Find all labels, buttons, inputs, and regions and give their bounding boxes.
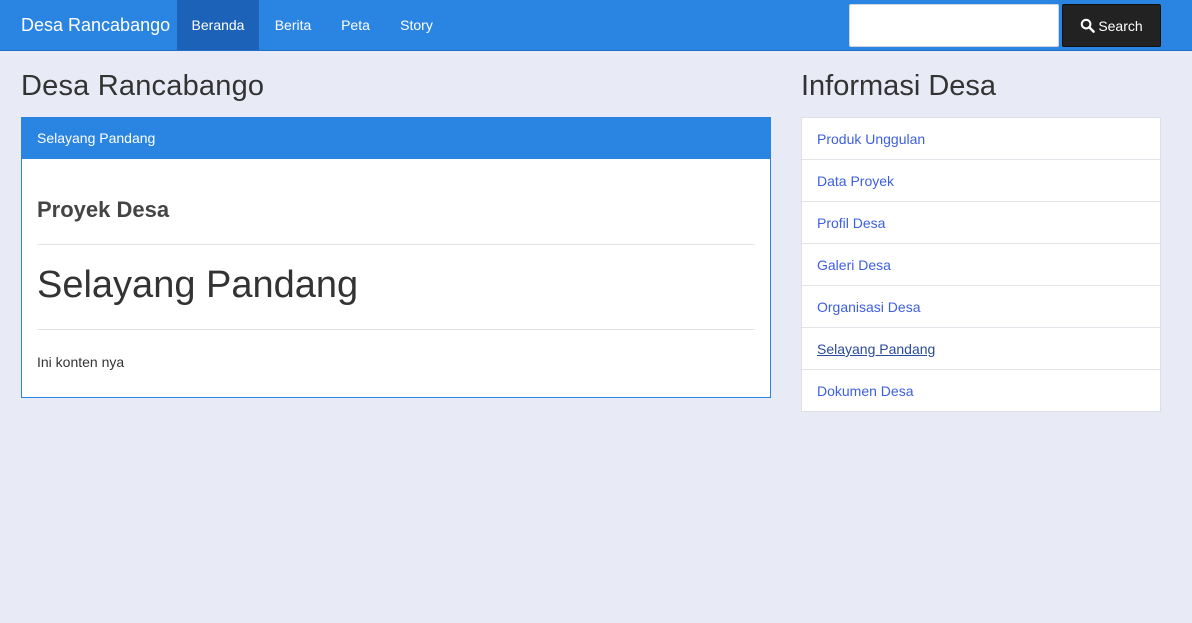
nav-item-berita[interactable]: Berita: [259, 0, 327, 50]
sidebar-item-selayang-pandang[interactable]: Selayang Pandang: [802, 327, 1160, 369]
content-body: Ini konten nya: [37, 354, 125, 370]
sidebar-item-dokumen-desa[interactable]: Dokumen Desa: [802, 369, 1160, 411]
nav-item-peta[interactable]: Peta: [327, 0, 384, 50]
search-icon: [1080, 18, 1096, 33]
search-input[interactable]: [849, 4, 1059, 47]
sidebar-list: Produk Unggulan Data Proyek Profil Desa …: [801, 117, 1161, 412]
panel-heading: Selayang Pandang: [22, 118, 770, 159]
search-button-label: Search: [1098, 17, 1143, 34]
sidebar-item-galeri-desa[interactable]: Galeri Desa: [802, 243, 1160, 285]
sidebar-item-profil-desa[interactable]: Profil Desa: [802, 201, 1160, 243]
content-title: Selayang Pandang: [37, 264, 359, 306]
divider: [37, 244, 755, 245]
sidebar-item-organisasi-desa[interactable]: Organisasi Desa: [802, 285, 1160, 327]
sidebar-title: Informasi Desa: [801, 70, 997, 102]
content-panel: Selayang Pandang Proyek Desa Selayang Pa…: [21, 117, 771, 398]
proyek-title: Proyek Desa: [37, 197, 170, 222]
sidebar-item-data-proyek[interactable]: Data Proyek: [802, 159, 1160, 201]
navbar: Desa Rancabango Beranda Berita Peta Stor…: [0, 0, 1192, 51]
search-button[interactable]: Search: [1062, 4, 1161, 47]
divider: [37, 329, 755, 330]
sidebar-item-produk-unggulan[interactable]: Produk Unggulan: [802, 118, 1160, 159]
brand-link[interactable]: Desa Rancabango: [21, 0, 170, 51]
nav-item-beranda[interactable]: Beranda: [177, 0, 259, 50]
page-title: Desa Rancabango: [21, 70, 265, 102]
nav-item-story[interactable]: Story: [384, 0, 449, 50]
